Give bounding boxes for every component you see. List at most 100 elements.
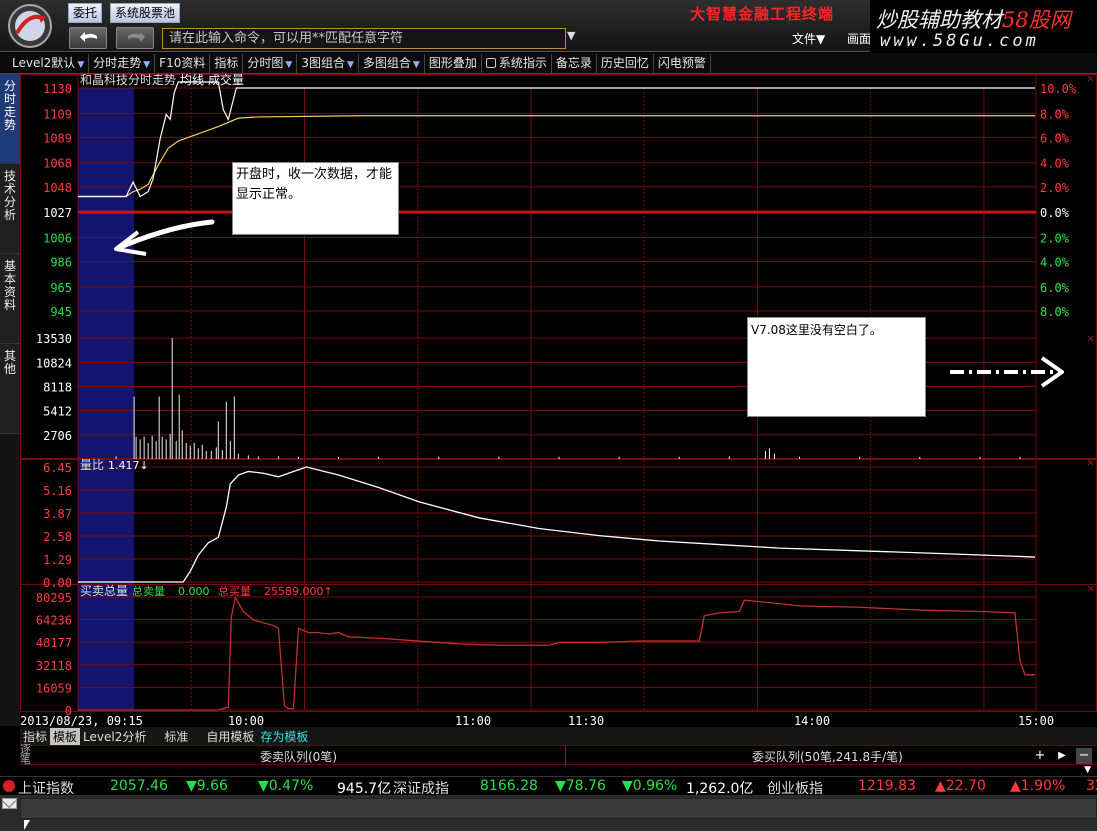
toolbar-item-1[interactable]: 分时走势 ▼ — [89, 53, 156, 73]
cy-index-value: 1219.83 — [858, 778, 916, 794]
system-stock-pool-button[interactable]: 系统股票池 — [110, 3, 181, 23]
intraday-chart[interactable]: 1130 10.0% 1109 8.0% 1089 6.0% 1068 4.0% 1048 2.0… — [20, 74, 1097, 727]
watermark-brand: 58股网 — [1002, 8, 1071, 32]
sz-index-pct: ▼0.96% — [622, 778, 678, 794]
toolbar-item-9[interactable]: 备忘录 — [552, 53, 597, 73]
status-panel — [20, 798, 1097, 819]
sell-queue-label[interactable]: 委卖队列(0笔) — [260, 748, 337, 765]
toolbar-item-2[interactable]: F10资料 — [155, 53, 211, 73]
toolbar-item-label: 系统指示 — [498, 55, 547, 70]
volume-ratio-line — [78, 466, 1036, 583]
toolbar-item-5[interactable]: 3图组合 ▼ — [297, 53, 359, 73]
tab-level2-analysis[interactable]: Level2分析 — [80, 728, 149, 745]
screen-menu[interactable]: 画面 — [847, 30, 871, 47]
index-ticker: 上证指数 2057.46 ▼9.66 ▼0.47% 945.7亿 深证成指 81… — [0, 776, 1097, 797]
volume-tick-label: 5412 — [43, 405, 72, 419]
watermark-url: www.58Gu.com — [880, 31, 1039, 51]
ticker-overflow: 32 — [1086, 778, 1097, 794]
zoom-in-icon[interactable]: + — [1032, 748, 1048, 764]
dropdown-arrow-icon[interactable]: ▼ — [413, 60, 420, 70]
toolbar-item-label: 分时图 — [247, 55, 284, 70]
x-tick-label: 2013/08/23, 09:15 — [20, 714, 143, 727]
panel-frame-1 — [20, 459, 1097, 585]
bs-tick-label: 48177 — [36, 636, 72, 650]
pct-tick-label: 10.0% — [1040, 82, 1077, 96]
panel-close-icon: × — [1086, 456, 1095, 469]
watermark: 炒股辅助教材58股网 www.58Gu.com — [870, 0, 1097, 52]
bs-sell-value: 0.000 — [178, 585, 210, 598]
side-tab-fundamentals[interactable]: 基本资料 — [0, 254, 20, 344]
toolbar-item-4[interactable]: 分时图 ▼ — [243, 53, 298, 73]
tick-by-tick-label[interactable]: 逐笔 — [20, 744, 38, 775]
main-toolbar: Level2默认 ▼ 分时走势 ▼ F10资料 指标 分时图 ▼ 3图组合 ▼ 多图组合 ▼ 图形叠加系… — [0, 53, 1097, 74]
play-icon[interactable]: ▶ — [1054, 748, 1070, 764]
pct-tick-label: 2.0% — [1040, 181, 1070, 195]
file-menu[interactable]: 文件▼ — [792, 30, 825, 47]
side-tab-other[interactable]: 其他 — [0, 344, 20, 434]
pct-tick-label: 2.0% — [1040, 231, 1070, 245]
chart-title: 和晶科技分时走势 — [80, 74, 176, 87]
scroll-down-icon[interactable]: ▼ — [1062, 765, 1097, 776]
mail-icon[interactable] — [2, 798, 17, 809]
bs-label: 买卖总量 — [80, 584, 128, 598]
ticker-icon — [3, 780, 15, 792]
watermark-title: 炒股辅助教材58股网 — [876, 4, 1071, 34]
x-tick-label: 14:00 — [794, 714, 830, 727]
dropdown-arrow-icon[interactable]: ▼ — [143, 60, 150, 70]
command-input[interactable] — [162, 28, 566, 49]
bs-tick-label: 32118 — [36, 659, 72, 673]
side-tab-technical[interactable]: 技术分析 — [0, 164, 20, 254]
volume-tick-label: 10824 — [36, 356, 72, 370]
price-tick-label: 965 — [50, 281, 72, 295]
command-dropdown-icon[interactable]: ▼ — [567, 29, 575, 42]
toolbar-item-7[interactable]: 图形叠加 — [425, 53, 482, 73]
zoom-out-icon[interactable]: − — [1076, 748, 1092, 764]
tab-template[interactable]: 模板 — [50, 727, 81, 745]
panel-close-icon: × — [1086, 74, 1095, 85]
dropdown-arrow-icon[interactable]: ▼ — [77, 60, 84, 70]
tab-standard[interactable]: 标准 — [161, 728, 191, 745]
pct-tick-label: 6.0% — [1040, 281, 1070, 295]
price-tick-label: 1130 — [43, 82, 72, 96]
open-data-note: 开盘时，收一次数据，才能显示正常。 — [232, 162, 399, 235]
toolbar-item-label: 指标 — [214, 55, 239, 70]
dropdown-arrow-icon[interactable]: ▼ — [347, 60, 354, 70]
side-tab-intraday[interactable]: 分时走势 — [0, 74, 20, 164]
forward-arrow-icon — [128, 32, 145, 42]
forward-button[interactable] — [116, 27, 154, 49]
watermark-text: 炒股辅助教材 — [876, 8, 1002, 32]
pct-tick-label: 8.0% — [1040, 107, 1070, 121]
bs-buy-value: 25589.000↑ — [264, 585, 333, 598]
back-button[interactable] — [69, 27, 107, 49]
sz-index-change: ▼78.76 — [555, 778, 606, 794]
save-template-button[interactable]: 存为模板 — [257, 728, 311, 745]
toolbar-item-3[interactable]: 指标 — [210, 53, 244, 73]
price-tick-label: 1027 — [43, 206, 72, 220]
toolbar-item-11[interactable]: 闪电预警 — [654, 53, 711, 73]
tab-custom-template[interactable]: 自用模板 — [203, 728, 257, 745]
x-tick-label: 10:00 — [228, 714, 264, 727]
buy-queue-label[interactable]: 委买队列(50笔,241.8手/笔) — [752, 748, 903, 765]
toolbar-item-6[interactable]: 多图组合 ▼ — [359, 53, 425, 73]
ratio-tick-label: 1.29 — [43, 553, 72, 567]
toolbar-item-label: 备忘录 — [555, 55, 592, 70]
pct-tick-label: 0.0% — [1040, 206, 1070, 220]
bs-total-line — [78, 595, 1035, 711]
entrust-button[interactable]: 委托 — [68, 3, 103, 23]
tab-indicator[interactable]: 指标 — [20, 728, 50, 745]
bs-sell-label: 总卖量 — [132, 584, 165, 598]
bs-buy-label: 总买量 — [218, 584, 251, 598]
toolbar-item-0[interactable]: Level2默认 ▼ — [8, 53, 90, 73]
price-tick-label: 1089 — [43, 131, 72, 145]
toolbar-item-8[interactable]: 系统指示 — [482, 53, 552, 73]
dropdown-arrow-icon[interactable]: ▼ — [285, 60, 292, 70]
legend-avg: 均线 — [180, 74, 204, 87]
ratio-tick-label: 3.87 — [43, 507, 72, 521]
ratio-tick-label: 6.45 — [43, 461, 72, 475]
price-tick-label: 1048 — [43, 181, 72, 195]
toolbar-item-label: 3图组合 — [301, 55, 345, 70]
toolbar-item-10[interactable]: 历史回忆 — [597, 53, 654, 73]
price-line — [78, 81, 1035, 198]
volume-tick-label: 2706 — [43, 429, 72, 443]
panel-frame-0 — [20, 74, 1097, 459]
